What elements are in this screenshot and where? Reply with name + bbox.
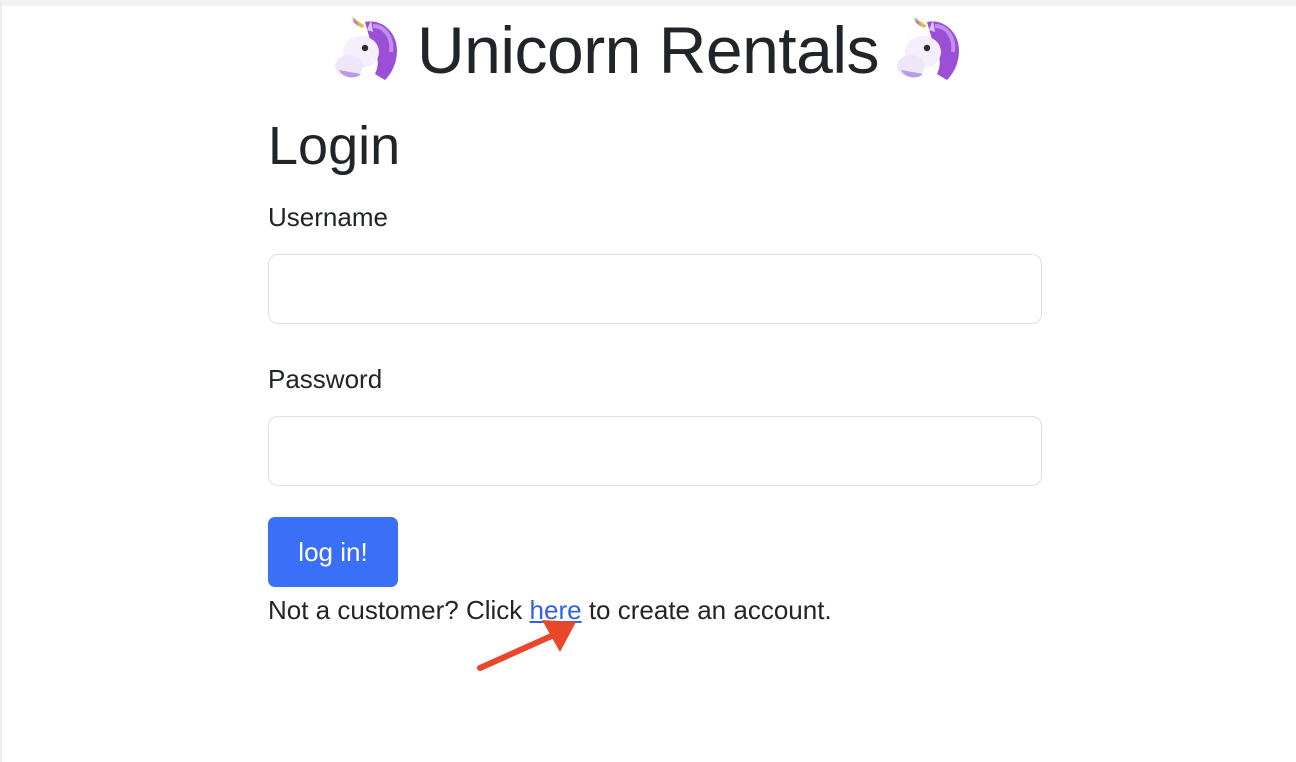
unicorn-icon (897, 16, 960, 80)
username-input[interactable] (268, 254, 1042, 324)
site-title: Unicorn Rentals (416, 13, 880, 87)
page-title: Login (268, 116, 401, 176)
login-button[interactable]: log in! (268, 517, 398, 587)
login-container: Login Username Password log in! Not a cu… (268, 110, 1042, 627)
unicorn-icon (334, 16, 397, 80)
signup-prompt: Not a customer? Click here to create an … (268, 593, 1042, 627)
signup-prompt-after: to create an account. (588, 595, 832, 625)
window-top-edge (0, 0, 1296, 6)
password-label: Password (268, 364, 383, 394)
window-left-edge (0, 0, 2, 762)
site-header: Unicorn Rentals (0, 10, 1296, 90)
password-input[interactable] (268, 416, 1042, 486)
username-label: Username (268, 202, 388, 232)
red-arrow-icon (477, 620, 576, 671)
